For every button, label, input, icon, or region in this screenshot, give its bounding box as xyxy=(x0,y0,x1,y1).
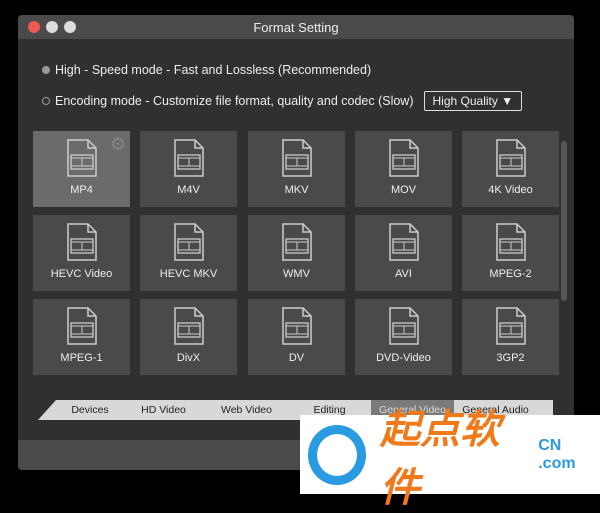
format-tile[interactable]: WMV xyxy=(248,215,345,291)
watermark-logo-icon xyxy=(308,424,366,485)
video-file-icon xyxy=(389,139,419,177)
video-file-icon xyxy=(67,139,97,177)
format-label: 4K Video xyxy=(488,184,533,196)
format-label: DVD-Video xyxy=(376,352,431,364)
format-tile[interactable]: 4K Video xyxy=(462,131,559,207)
format-tile[interactable]: MOV xyxy=(355,131,452,207)
video-file-icon xyxy=(496,223,526,261)
title-bar: Format Setting xyxy=(18,15,574,39)
format-label: HEVC MKV xyxy=(159,268,218,280)
format-tile[interactable]: DVD-Video xyxy=(355,299,452,375)
tab-hd-video[interactable]: HD Video xyxy=(122,400,205,420)
video-file-icon xyxy=(67,223,97,261)
tab-web-video[interactable]: Web Video xyxy=(205,400,288,420)
video-file-icon xyxy=(174,307,204,345)
gear-icon[interactable]: ⚙ xyxy=(110,134,126,155)
mode-label: Encoding mode - Customize file format, q… xyxy=(55,94,414,108)
radio-icon[interactable] xyxy=(42,97,50,105)
video-file-icon xyxy=(496,139,526,177)
format-label: MOV xyxy=(390,184,417,196)
high-speed-mode-option[interactable]: High - Speed mode - Fast and Lossless (R… xyxy=(42,63,371,77)
format-label: 3GP2 xyxy=(496,352,525,364)
format-label: M4V xyxy=(177,184,200,196)
format-tile[interactable]: MPEG-2 xyxy=(462,215,559,291)
format-tile[interactable]: HEVC Video xyxy=(33,215,130,291)
format-label: DV xyxy=(288,352,305,364)
format-tile[interactable]: DV xyxy=(248,299,345,375)
watermark-suffix: CN .com xyxy=(538,436,576,472)
window-title: Format Setting xyxy=(253,20,339,35)
format-label: MP4 xyxy=(70,184,93,196)
minimize-button[interactable] xyxy=(46,21,58,33)
format-tile[interactable]: AVI xyxy=(355,215,452,291)
video-file-icon xyxy=(282,223,312,261)
quality-dropdown[interactable]: High Quality ▼ xyxy=(423,91,523,111)
video-file-icon xyxy=(389,223,419,261)
video-file-icon xyxy=(389,307,419,345)
watermark-text: 起点软件 xyxy=(379,407,500,510)
radio-icon[interactable] xyxy=(42,66,50,74)
format-tile[interactable]: MPEG-1 xyxy=(33,299,130,375)
video-file-icon xyxy=(282,307,312,345)
format-label: AVI xyxy=(395,268,412,280)
watermark: 起点软件 CN .com xyxy=(300,408,600,510)
format-tile[interactable]: 3GP2 xyxy=(462,299,559,375)
encoding-mode-option[interactable]: Encoding mode - Customize file format, q… xyxy=(42,91,523,111)
format-tile[interactable]: DivX xyxy=(140,299,237,375)
video-file-icon xyxy=(174,223,204,261)
format-tile[interactable]: ⚙ MP4 xyxy=(33,131,130,207)
format-label: MKV xyxy=(284,184,309,196)
format-tile[interactable]: MKV xyxy=(248,131,345,207)
video-file-icon xyxy=(67,307,97,345)
zoom-button[interactable] xyxy=(64,21,76,33)
close-button[interactable] xyxy=(28,21,40,33)
format-label: WMV xyxy=(283,268,310,280)
video-file-icon xyxy=(174,139,204,177)
format-label: MPEG-2 xyxy=(489,268,532,280)
format-label: MPEG-1 xyxy=(60,352,103,364)
video-file-icon xyxy=(282,139,312,177)
tab-devices[interactable]: Devices xyxy=(58,400,122,420)
format-tile[interactable]: M4V xyxy=(140,131,237,207)
mode-label: High - Speed mode - Fast and Lossless (R… xyxy=(55,63,372,77)
format-label: DivX xyxy=(176,352,201,364)
format-tile[interactable]: HEVC MKV xyxy=(140,215,237,291)
format-label: HEVC Video xyxy=(50,268,113,280)
scrollbar-thumb[interactable] xyxy=(561,141,567,301)
video-file-icon xyxy=(496,307,526,345)
